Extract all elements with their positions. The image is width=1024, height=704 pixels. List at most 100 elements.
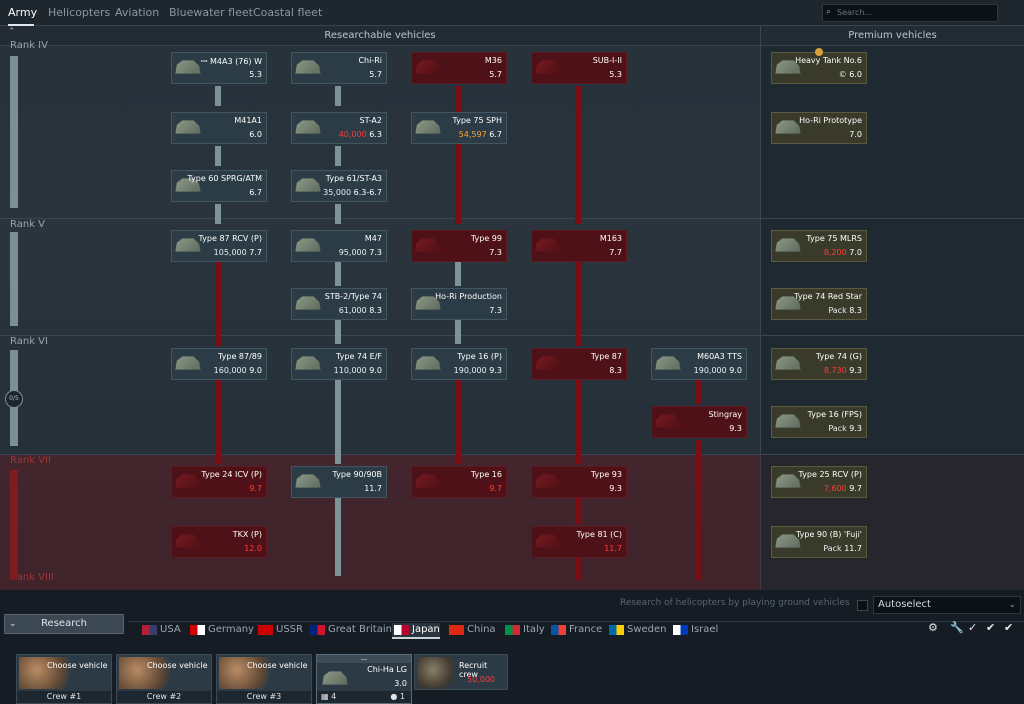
- vehicle-stats: 35,000 6.3-6.7: [323, 188, 382, 197]
- vehicle-stats: 9.7: [489, 484, 502, 493]
- premium-vehicle-card[interactable]: Type 74 Red Star Pack 8.3: [771, 288, 867, 320]
- crew-slot[interactable]: Choose vehicle Crew #1: [16, 654, 112, 704]
- vehicle-stats: 8.3: [609, 366, 622, 375]
- vehicle-name: Type 93: [590, 470, 622, 479]
- vehicle-card[interactable]: Type 16 (P) 190,000 9.3: [411, 348, 507, 380]
- vehicle-card[interactable]: Type 16 9.7: [411, 466, 507, 498]
- flag-icon: [505, 625, 520, 635]
- vehicle-stats: 9.3: [729, 424, 742, 433]
- vehicle-name: Type 99: [470, 234, 502, 243]
- research-cost: 61,000: [338, 306, 370, 315]
- nation-tab-china[interactable]: China: [447, 623, 496, 639]
- vehicle-name: Type 61/ST-A3: [325, 174, 382, 183]
- top-tab-bar: Army Helicopters Aviation Bluewater flee…: [0, 0, 1024, 26]
- research-cost: 105,000: [213, 248, 250, 257]
- nation-tab-sweden[interactable]: Sweden: [607, 623, 667, 639]
- crew-slot[interactable]: Choose vehicle Crew #2: [116, 654, 212, 704]
- vehicle-card[interactable]: Type 81 (C) 11.7: [531, 526, 627, 558]
- vehicle-card[interactable]: M163 7.7: [531, 230, 627, 262]
- nation-tab-germany[interactable]: Germany: [188, 623, 254, 639]
- vehicle-stats: 110,000 9.0: [334, 366, 382, 375]
- vehicle-stats: 8,200 7.0: [824, 248, 862, 257]
- autoselect-dropdown[interactable]: Autoselect ⌄: [873, 596, 1021, 614]
- tab-aviation[interactable]: Aviation: [115, 0, 159, 26]
- vehicle-card[interactable]: M47 95,000 7.3: [291, 230, 387, 262]
- premium-badge-icon: [815, 48, 823, 56]
- premium-vehicle-card[interactable]: Type 16 (FPS) Pack 9.3: [771, 406, 867, 438]
- flag-icon: [449, 625, 464, 635]
- vehicle-name: M41A1: [234, 116, 262, 125]
- tank-thumbnail: [535, 238, 561, 252]
- premium-vehicle-card[interactable]: Heavy Tank No.6 © 6.0: [771, 48, 867, 84]
- flag-icon: [190, 625, 205, 635]
- research-button[interactable]: ⌄ Research: [4, 614, 124, 634]
- nation-tab-italy[interactable]: Italy: [503, 623, 545, 639]
- rank-divider: [0, 335, 1024, 336]
- researchable-header: Researchable vehicles: [0, 26, 760, 46]
- tank-thumbnail: [295, 120, 321, 134]
- vehicle-card[interactable]: ST-A2 40,000 6.3: [291, 112, 387, 144]
- vehicle-card[interactable]: Type 60 SPRG/ATM 6.7: [171, 170, 267, 202]
- vehicle-card[interactable]: Type 75 SPH 54,597 6.7: [411, 112, 507, 144]
- collapse-icon[interactable]: ⌃: [8, 27, 16, 37]
- vehicle-card[interactable]: Type 74 E/F 110,000 9.0: [291, 348, 387, 380]
- check-all-icon[interactable]: ✔: [1004, 621, 1013, 634]
- helicopter-research-checkbox[interactable]: [857, 600, 868, 611]
- wrench-icon[interactable]: 🔧: [950, 621, 964, 634]
- battle-rating: 6.7: [249, 188, 262, 197]
- battle-rating: 7.7: [609, 248, 622, 257]
- premium-vehicle-card[interactable]: Type 90 (B) 'Fuji' Pack 11.7: [771, 526, 867, 558]
- vehicle-stats: 11.7: [604, 544, 622, 553]
- tab-coastal-fleet[interactable]: Coastal fleet: [253, 0, 322, 26]
- nation-tab-great-britain[interactable]: Great Britain: [308, 623, 392, 639]
- vehicle-card[interactable]: M41A1 6.0: [171, 112, 267, 144]
- vehicle-card[interactable]: Type 90/90B 11.7: [291, 466, 387, 498]
- premium-vehicle-card[interactable]: Type 25 RCV (P) 7,600 9.7: [771, 466, 867, 498]
- premium-vehicle-card[interactable]: Ho-Ri Prototype 7.0: [771, 112, 867, 144]
- vehicle-card[interactable]: TKX (P) 12.0: [171, 526, 267, 558]
- search-input[interactable]: ⌕ Search...: [822, 4, 998, 22]
- nation-tab-israel[interactable]: Israel: [671, 623, 718, 639]
- vehicle-card[interactable]: Ho-Ri Production 7.3: [411, 288, 507, 320]
- vehicle-card[interactable]: Type 93 9.3: [531, 466, 627, 498]
- tab-bluewater-fleet[interactable]: Bluewater fleet: [169, 0, 253, 26]
- gear-icon[interactable]: ⚙: [928, 621, 938, 634]
- vehicle-stats: 7.0: [849, 130, 862, 139]
- recruit-crew-button[interactable]: Recruit crew 50,000: [414, 654, 508, 690]
- vehicle-card[interactable]: Type 87/89 160,000 9.0: [171, 348, 267, 380]
- vehicle-name: Type 74 Red Star: [794, 292, 862, 301]
- tank-thumbnail: [175, 60, 201, 74]
- vehicle-card[interactable]: M60A3 TTS 190,000 9.0: [651, 348, 747, 380]
- premium-vehicle-card[interactable]: Type 75 MLRS 8,200 7.0: [771, 230, 867, 262]
- vehicle-name: M47: [364, 234, 382, 243]
- research-cost: 190,000: [693, 366, 730, 375]
- battle-rating: 11.7: [364, 484, 382, 493]
- rank-progress-counter: 0/5: [5, 390, 23, 408]
- vehicle-card[interactable]: Type 61/ST-A3 35,000 6.3-6.7: [291, 170, 387, 202]
- vehicle-card[interactable]: Type 99 7.3: [411, 230, 507, 262]
- vehicle-card[interactable]: Type 87 RCV (P) 105,000 7.7: [171, 230, 267, 262]
- vehicle-stats: 61,000 8.3: [339, 306, 382, 315]
- repair-all-icon[interactable]: ✔: [986, 621, 995, 634]
- nation-tab-ussr[interactable]: USSR: [256, 623, 303, 639]
- tab-army[interactable]: Army: [8, 0, 37, 26]
- crew-slot-chi-ha-lg[interactable]: — Chi-Ha LG 3.0 ▦ 4 ● 1: [316, 654, 412, 704]
- vehicle-card[interactable]: Chi-Ri 5.7: [291, 52, 387, 84]
- vehicle-card[interactable]: ꟷ M4A3 (76) W 5.3: [171, 52, 267, 84]
- nation-tab-france[interactable]: France: [549, 623, 602, 639]
- crew-slot[interactable]: Choose vehicle Crew #3: [216, 654, 312, 704]
- vehicle-card[interactable]: M36 5.7: [411, 52, 507, 84]
- vehicle-card[interactable]: Type 87 8.3: [531, 348, 627, 380]
- vehicle-card[interactable]: Type 24 ICV (P) 9.7: [171, 466, 267, 498]
- tab-helicopters[interactable]: Helicopters: [48, 0, 110, 26]
- vehicle-card[interactable]: STB-2/Type 74 61,000 8.3: [291, 288, 387, 320]
- rank-label: Rank V: [10, 219, 46, 230]
- vehicle-name: TKX (P): [232, 530, 262, 539]
- premium-vehicle-card[interactable]: Type 74 (G) 8,730 9.3: [771, 348, 867, 380]
- vehicle-card[interactable]: SUB-I-II 5.3: [531, 52, 627, 84]
- nation-tab-japan[interactable]: Japan: [392, 623, 440, 639]
- rank-progress-bar: [10, 56, 18, 208]
- check-icon[interactable]: ✓: [968, 621, 977, 634]
- nation-tab-usa[interactable]: USA: [140, 623, 181, 639]
- vehicle-card[interactable]: Stingray 9.3: [651, 406, 747, 438]
